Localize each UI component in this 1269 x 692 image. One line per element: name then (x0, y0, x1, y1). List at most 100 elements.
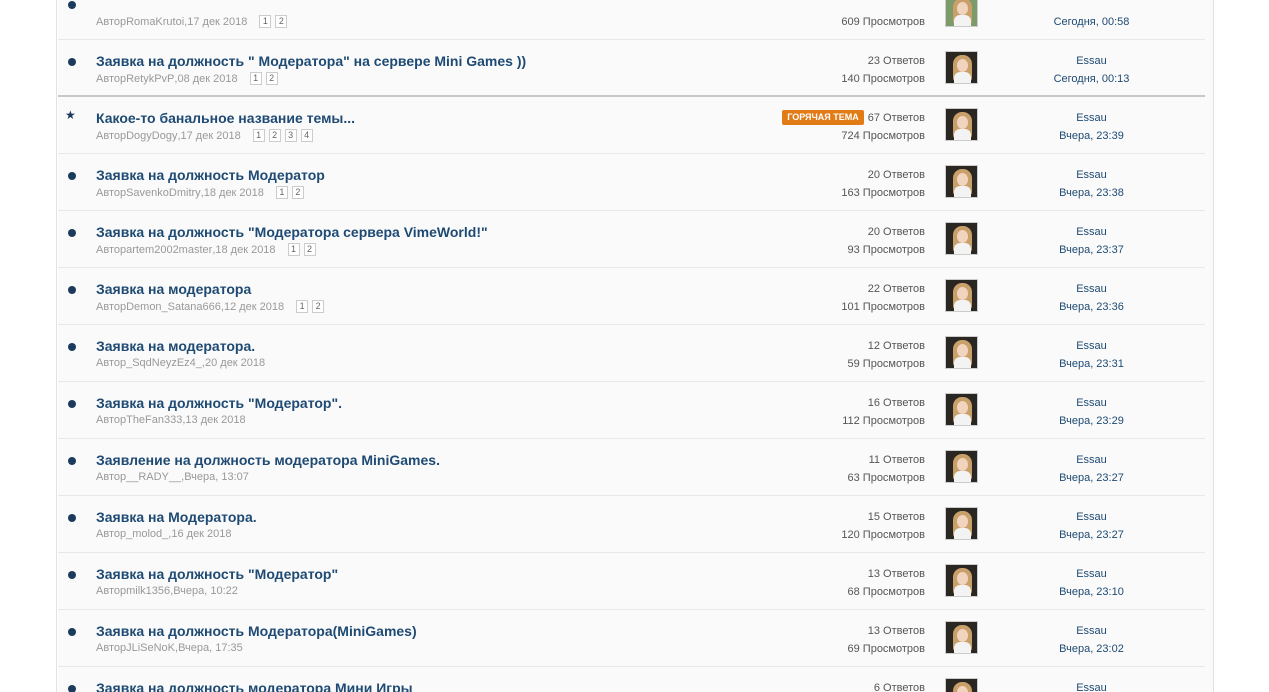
author-link[interactable]: Demon_Satana666 (126, 301, 221, 313)
last-post-time-link[interactable]: Сегодня, 00:58 (1054, 16, 1130, 28)
topic-marker: ★ (58, 97, 88, 153)
last-post-time-link[interactable]: Сегодня, 00:13 (1054, 73, 1130, 85)
topic-row: Заявка на должность " Модератора" на сер… (58, 40, 1205, 97)
last-poster-link[interactable]: Essau (1076, 226, 1107, 238)
pagination: 12 (275, 186, 304, 199)
topic-title-link[interactable]: Заявление на должность модератора MiniGa… (96, 452, 440, 468)
avatar[interactable] (945, 507, 978, 540)
last-post-time-link[interactable]: Вчера, 23:27 (1059, 472, 1124, 484)
avatar[interactable] (945, 108, 978, 141)
avatar[interactable] (945, 621, 978, 654)
last-poster-link[interactable]: Essau (1076, 511, 1107, 523)
last-poster-link[interactable]: Essau (1076, 454, 1107, 466)
author-link[interactable]: TheFan333 (126, 414, 182, 426)
avatar[interactable] (945, 279, 978, 312)
author-link[interactable]: artem2002master (126, 244, 212, 256)
author-link[interactable]: DogyDogy (126, 130, 177, 142)
last-post-time-link[interactable]: Вчера, 23:37 (1059, 244, 1124, 256)
page-link[interactable]: 3 (284, 129, 297, 142)
author-link[interactable]: SavenkoDmitry (126, 187, 201, 199)
last-post-info: Essau Вчера, 23:36 (978, 280, 1205, 316)
last-poster-link[interactable]: Essau (1076, 568, 1107, 580)
last-post-time-link[interactable]: Вчера, 23:29 (1059, 415, 1124, 427)
topic-title-link[interactable]: Заявка на должность Модератор (96, 167, 325, 183)
last-poster-link[interactable]: Essau (1076, 169, 1107, 181)
last-poster-link[interactable]: Essau (1076, 112, 1107, 124)
last-post-time-link[interactable]: Вчера, 23:38 (1059, 187, 1124, 199)
dot-icon (68, 343, 76, 351)
topic-title-link[interactable]: Заявка на Модератора. (96, 509, 257, 525)
author-prefix: Автор (96, 72, 127, 85)
hot-topic-badge: ГОРЯЧАЯ ТЕМА (782, 110, 864, 125)
page-link[interactable]: 1 (252, 129, 265, 142)
author-prefix: Автор (96, 186, 127, 199)
author-prefix: Автор (96, 585, 127, 597)
author-link[interactable]: milk1356 (126, 585, 170, 597)
page-link[interactable]: 2 (275, 15, 288, 28)
topic-date: 12 дек 2018 (223, 300, 285, 313)
page-link[interactable]: 1 (287, 243, 300, 256)
last-post-time-link[interactable]: Вчера, 23:31 (1059, 358, 1124, 370)
avatar[interactable] (945, 450, 978, 483)
avatar[interactable] (945, 564, 978, 597)
avatar[interactable] (945, 165, 978, 198)
last-poster-link[interactable]: Essau (1076, 340, 1107, 352)
avatar[interactable] (945, 336, 978, 369)
topic-title-link[interactable]: Заявка на должность "Модератор" (96, 566, 338, 582)
last-post-time-link[interactable]: Вчера, 23:02 (1059, 643, 1124, 655)
topic-row: Заявка на должность "Модератора сервера … (58, 211, 1205, 268)
dot-icon (68, 400, 76, 408)
last-post-time-link[interactable]: Вчера, 23:27 (1059, 529, 1124, 541)
author-link[interactable]: JLiSeNoK (126, 642, 175, 654)
author-link[interactable]: RetykPvP (126, 73, 174, 85)
last-poster-link[interactable]: Essau (1076, 397, 1107, 409)
page-link[interactable]: 1 (259, 15, 272, 28)
last-post-time-link[interactable]: Вчера, 23:39 (1059, 130, 1124, 142)
last-post-info: Essau Вчера, 23:31 (978, 337, 1205, 373)
avatar[interactable] (945, 393, 978, 426)
topic-title-link[interactable]: Заявка на должность "Модератора сервера … (96, 224, 488, 240)
replies-count: 67 Ответов (867, 112, 925, 124)
author-link[interactable]: _SqdNeyzEz4_ (126, 357, 202, 369)
topic-title-link[interactable]: Заявка на модератора (96, 281, 251, 297)
last-poster-link[interactable]: Essau (1076, 682, 1107, 692)
replies-count: 16 Ответов (867, 397, 925, 409)
page-link[interactable]: 2 (303, 243, 316, 256)
topic-row: Заявка на модератора. Автор _SqdNeyzEz4_,… (58, 325, 1205, 382)
last-post-info: Essau Вчера, 23:10 (978, 565, 1205, 601)
page-link[interactable]: 2 (265, 72, 278, 85)
author-link[interactable]: _molod_ (126, 528, 168, 540)
topic-marker (58, 211, 88, 267)
page-link[interactable]: 1 (249, 72, 262, 85)
topic-title-link[interactable]: Какое-то банальное название темы... (96, 110, 355, 126)
views-count: 120 Просмотров (841, 529, 925, 541)
last-post-time-link[interactable]: Вчера, 23:10 (1059, 586, 1124, 598)
topic-meta: Автор artem2002master, 18 дек 2018 1 2 (96, 243, 316, 256)
page-link[interactable]: 1 (296, 300, 309, 313)
avatar[interactable] (945, 51, 978, 84)
last-poster-link[interactable]: Essau (1076, 625, 1107, 637)
last-poster-link[interactable]: Essau (1076, 55, 1107, 67)
topic-title-link[interactable]: Заявка на должность Модератора(MiniGames… (96, 623, 417, 639)
topic-title-link[interactable]: Заявка на должность модератора Мини Игры (96, 680, 413, 692)
author-link[interactable]: __RADY__ (126, 471, 181, 483)
avatar[interactable] (945, 222, 978, 255)
author-link[interactable]: RomaKrutoi (126, 16, 184, 28)
replies-count: 23 Ответов (867, 55, 925, 67)
replies-count: 12 Ответов (867, 340, 925, 352)
page-link[interactable]: 2 (312, 300, 325, 313)
topic-date: 13 дек 2018 (185, 414, 246, 426)
topic-title-link[interactable]: Заявка на должность "Модератор". (96, 395, 342, 411)
page-link[interactable]: 2 (291, 186, 304, 199)
avatar[interactable] (945, 0, 978, 27)
avatar[interactable] (945, 678, 978, 692)
dot-icon (68, 172, 76, 180)
last-poster-link[interactable]: Essau (1076, 283, 1107, 295)
topic-date: 18 дек 2018 (203, 186, 264, 199)
topic-title-link[interactable]: Заявка на должность " Модератора" на сер… (96, 53, 526, 69)
page-link[interactable]: 4 (300, 129, 313, 142)
page-link[interactable]: 1 (275, 186, 288, 199)
page-link[interactable]: 2 (268, 129, 281, 142)
last-post-time-link[interactable]: Вчера, 23:36 (1059, 301, 1124, 313)
topic-title-link[interactable]: Заявка на модератора. (96, 338, 255, 354)
